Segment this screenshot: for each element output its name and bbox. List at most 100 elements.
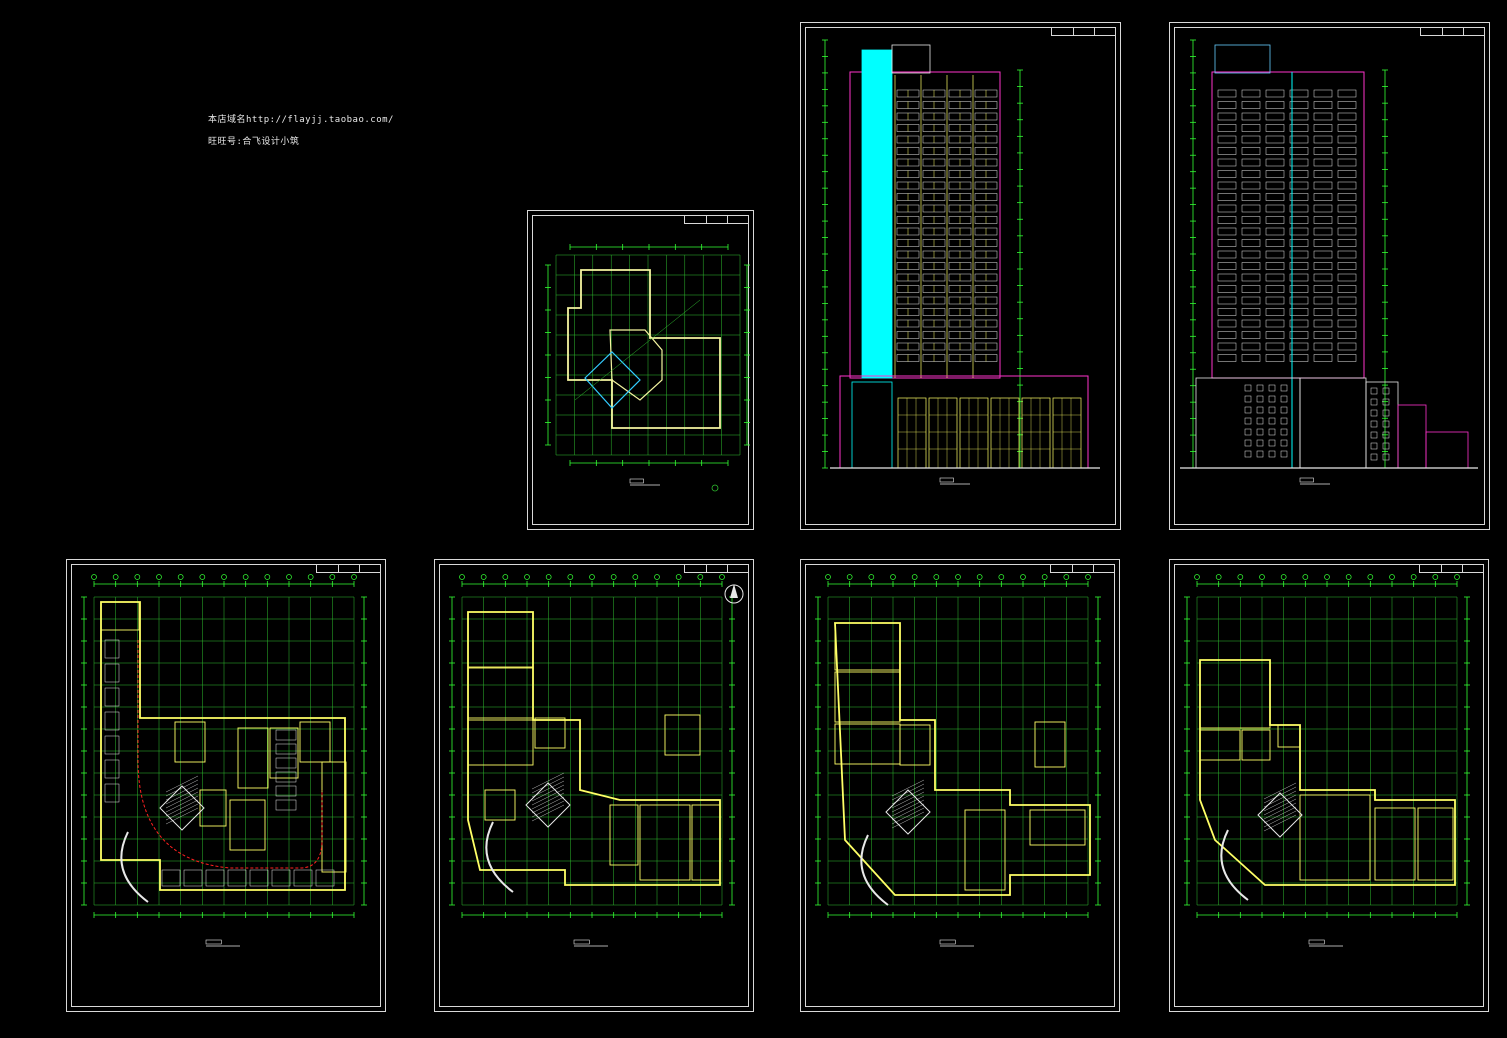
side-podium-window [1244,428,1252,436]
side-window [1217,285,1237,293]
side-window [1217,101,1237,109]
side-window [1241,112,1261,121]
front-podium-bay [990,397,1020,469]
side-window [1217,296,1237,305]
second-floor-plan-building-outline [834,622,1091,896]
side-window [1313,354,1333,362]
basement-plan-room [299,721,331,763]
side-window [1313,285,1333,293]
side-window [1265,124,1285,132]
side-window [1265,227,1285,236]
second-floor-plan-axis-bubble [1063,574,1070,580]
front-podium-bay [897,397,927,469]
second-floor-plan-title-text [939,939,956,945]
second-floor-plan-room [834,671,901,723]
side-window [1265,135,1285,144]
third-floor-plan-building-outline [1199,659,1456,886]
side-window [1241,285,1261,293]
side-podium-window [1244,439,1252,447]
basement-plan-axis-bubble [112,574,119,580]
side-window [1313,319,1333,328]
first-floor-plan-axis-bubble [675,574,682,580]
third-floor-plan-axis-bubble [1454,574,1460,580]
side-window [1313,273,1333,282]
side-window [1241,124,1261,132]
basement-plan-curved-entrance [120,831,149,903]
basement-plan-axis-bubble [286,574,292,580]
side-window [1337,158,1357,167]
third-floor-plan-room [1199,729,1241,761]
side-window [1313,147,1333,155]
side-window [1313,227,1333,236]
parking-stall [275,799,297,811]
side-window [1217,89,1237,98]
side-window [1217,331,1237,339]
third-floor-plan-room [1374,807,1416,881]
north-arrow-icon [730,584,738,598]
side-window [1265,170,1285,178]
first-floor-plan-room [664,714,701,756]
third-floor-plan-axis-bubble [1302,574,1309,580]
side-window [1337,216,1357,224]
third-floor-plan-room [1299,794,1371,881]
parking-stall [275,757,297,769]
side-window [1265,158,1285,167]
side-window [1217,227,1237,236]
second-floor-plan-axis-bubble [868,574,875,580]
side-podium-window [1280,406,1288,414]
side-annex-window [1370,453,1378,461]
side-window [1217,124,1237,132]
side-podium-window [1280,428,1288,436]
first-floor-plan-axis-bubble [524,574,530,580]
first-floor-plan-room [484,789,516,821]
side-window [1217,273,1237,282]
side-window [1265,89,1285,98]
side-window [1265,147,1285,155]
side-window [1289,308,1309,316]
side-window [1337,262,1357,270]
side-window [1337,147,1357,155]
front-tower-glass-strip [861,49,893,379]
first-floor-plan-title-text [573,939,590,945]
side-tower-outline [1211,71,1365,379]
second-floor-plan-axis-bubble [825,574,831,580]
side-window [1217,158,1237,167]
second-floor-plan-stair-tread [891,799,925,817]
side-podium-window [1268,439,1276,447]
side-annex-window [1382,387,1390,395]
first-floor-plan-room [691,804,721,881]
basement-plan-axis-bubble [264,574,271,580]
side-podium-window [1280,450,1288,458]
third-floor-plan-axis-bubble [1280,574,1287,580]
side-annex-window [1370,409,1378,417]
third-floor-plan-axis-bubble [1367,574,1374,580]
side-window [1241,135,1261,144]
second-floor-plan-axis-bubble [846,574,853,580]
side-podium-right [1299,377,1367,469]
side-annex-window [1382,420,1390,428]
front-podium-glass [851,381,893,469]
side-roof-crown [1214,44,1271,74]
second-floor-plan-axis-bubble [890,574,896,580]
side-window [1313,342,1333,351]
side-annex-window [1382,453,1390,461]
side-podium-window [1280,417,1288,425]
third-floor-plan-stair-tread [1263,806,1297,824]
second-floor-plan-stair-tread [891,803,925,821]
second-floor-plan-room [1029,809,1086,846]
basement-plan-axis-bubble [242,574,249,580]
side-window [1241,331,1261,339]
third-floor-plan-axis-bubble [1194,574,1200,580]
basement-plan-stair-tread [165,799,199,817]
first-floor-plan-axis-bubble [654,574,660,580]
side-window [1289,124,1309,132]
second-floor-plan-stair-tread [891,807,925,825]
first-floor-plan-axis-bubble [502,574,509,580]
parking-stall [275,743,297,755]
side-podium-window [1268,406,1276,414]
parking-stall [275,785,297,797]
side-window [1241,319,1261,328]
third-floor-plan-stair-tread [1263,798,1297,816]
parking-stall [104,783,120,803]
side-window [1241,354,1261,362]
